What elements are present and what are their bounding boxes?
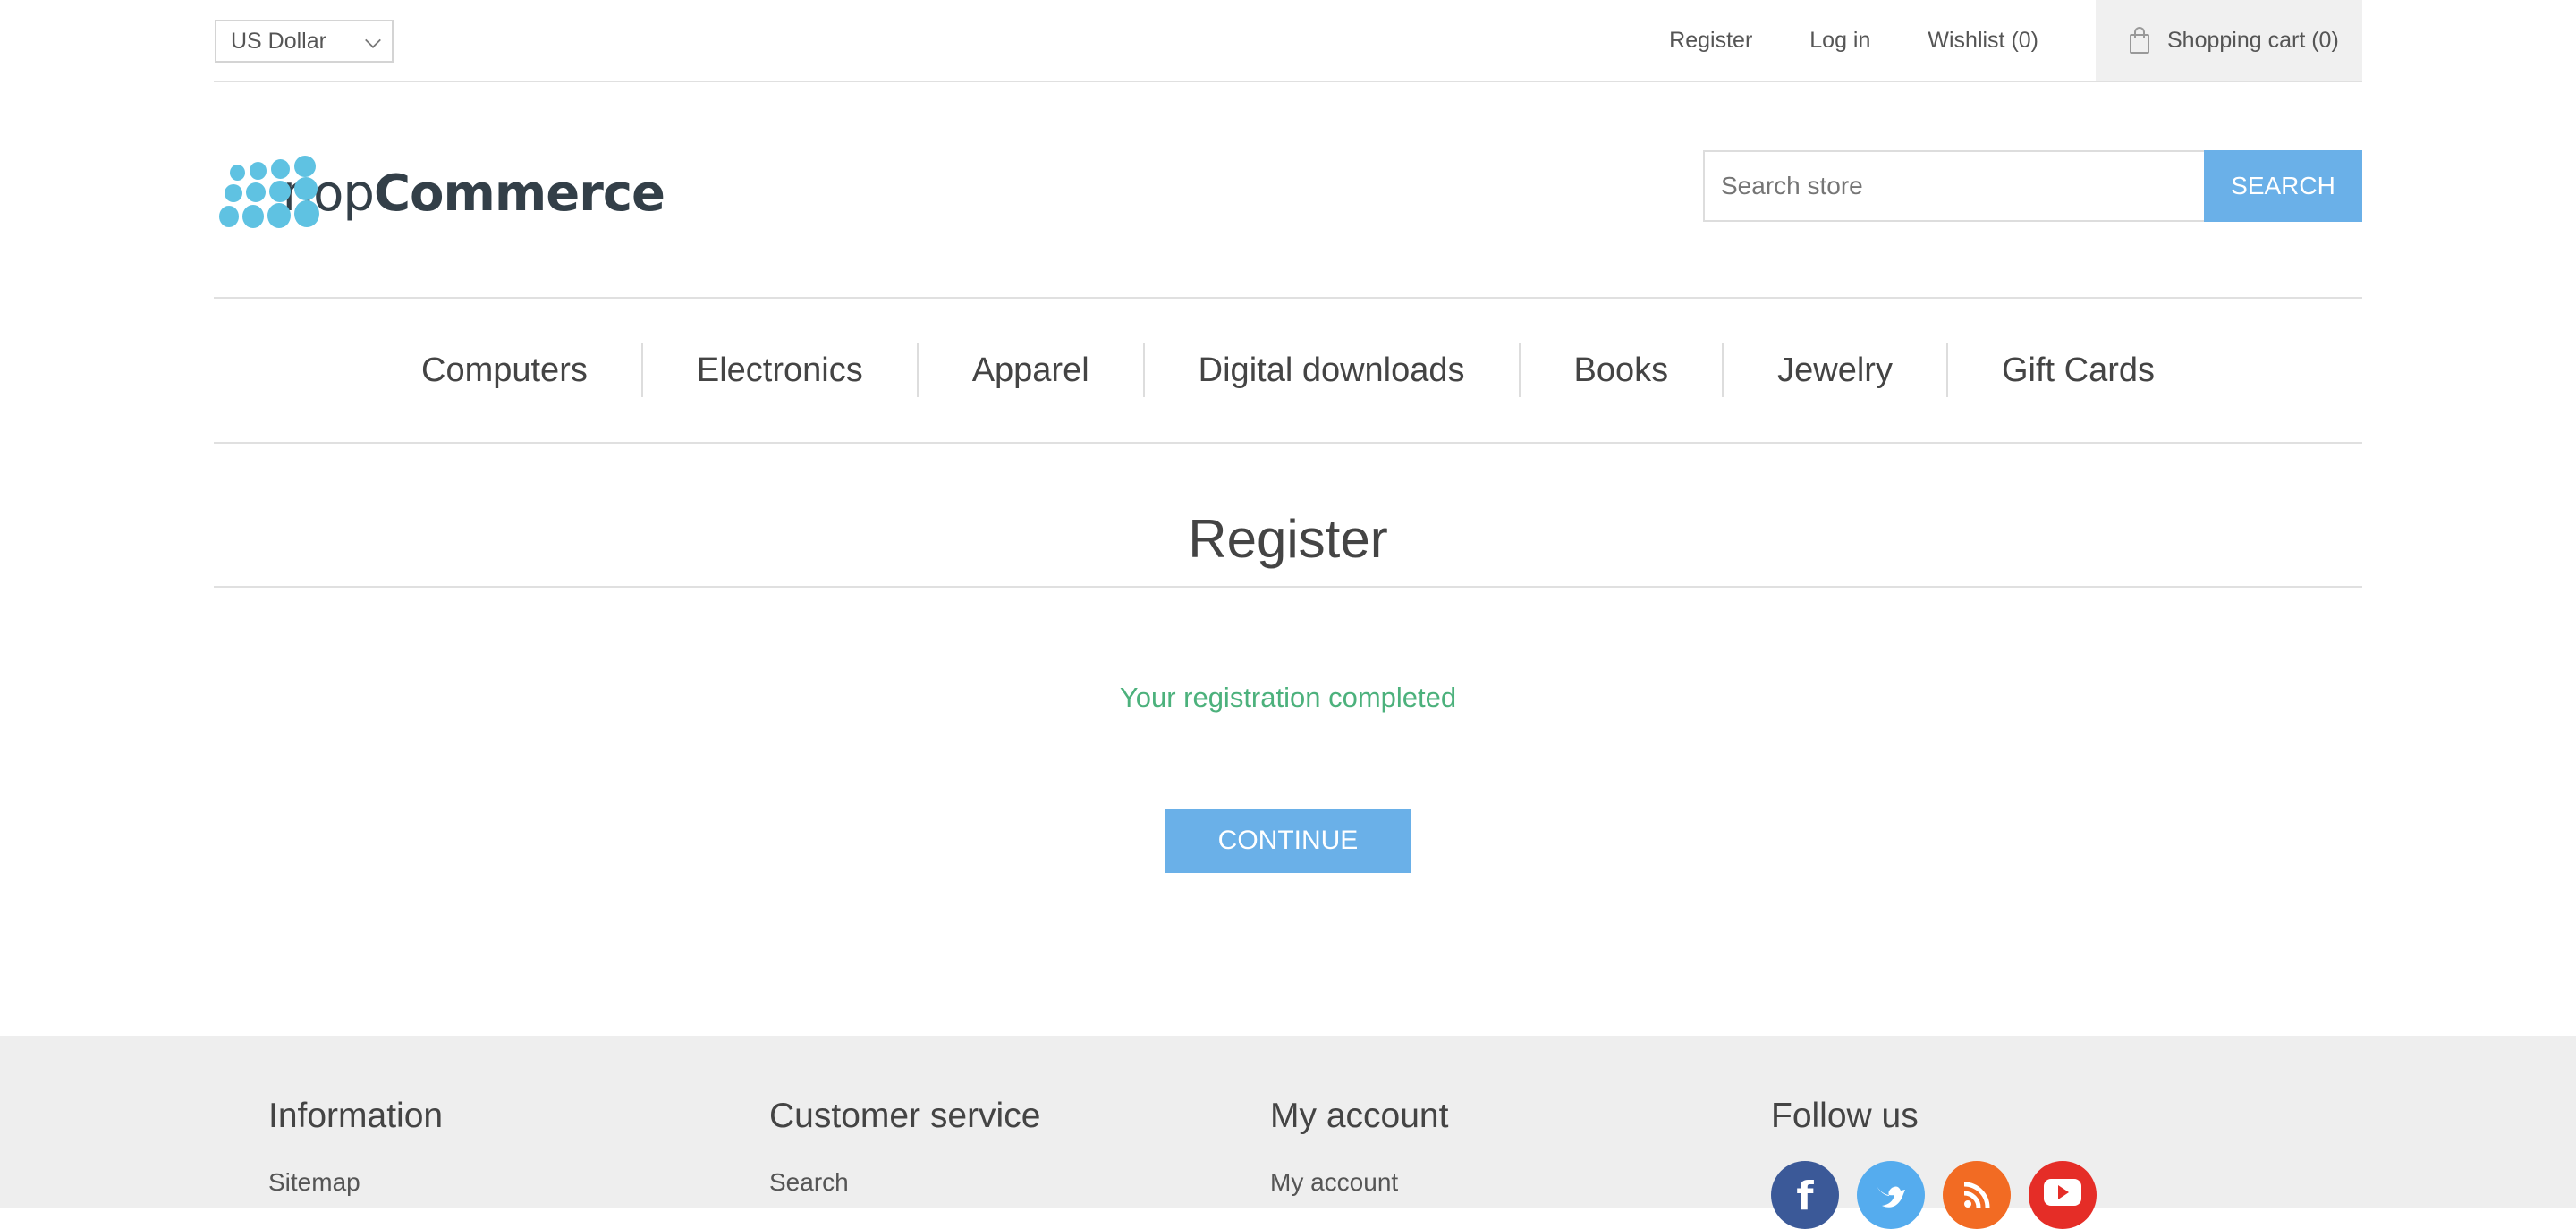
shopping-bag-icon: [2128, 27, 2151, 54]
page-title: Register: [214, 496, 2362, 588]
currency-value: US Dollar: [231, 29, 326, 54]
menu-item-computers[interactable]: Computers: [368, 343, 643, 397]
store-logo[interactable]: nopCommerce: [217, 148, 665, 238]
search-input[interactable]: [1703, 150, 2204, 222]
continue-button[interactable]: CONTINUE: [1165, 809, 1411, 873]
logo-text: nopCommerce: [283, 165, 665, 223]
menu-item-books[interactable]: Books: [1521, 343, 1724, 397]
footer-customer-service-title: Customer service: [769, 1097, 1041, 1135]
chevron-down-icon: [365, 32, 381, 48]
footer-link-search[interactable]: Search: [769, 1168, 1040, 1197]
menu-item-apparel[interactable]: Apparel: [919, 343, 1145, 397]
logo-dots-icon: [217, 154, 319, 233]
menu-item-digital-downloads[interactable]: Digital downloads: [1145, 343, 1521, 397]
footer-link-my-account[interactable]: My account: [1270, 1168, 1448, 1197]
social-links: f: [1771, 1161, 2114, 1229]
footer-my-account: My account My account: [1270, 1097, 1448, 1197]
shopping-cart-link[interactable]: Shopping cart (0): [2096, 0, 2362, 81]
twitter-icon[interactable]: [1857, 1161, 1925, 1229]
menu-item-gift-cards[interactable]: Gift Cards: [1948, 343, 2208, 397]
search-button[interactable]: SEARCH: [2204, 150, 2362, 222]
header-links: Register Log in Wishlist (0) Shopping ca…: [1669, 0, 2362, 81]
footer-follow-us-title: Follow us: [1771, 1097, 1919, 1135]
footer-follow-us: Follow us f: [1771, 1097, 2114, 1229]
currency-selector[interactable]: US Dollar: [215, 20, 394, 63]
footer: Information Sitemap Customer service Sea…: [0, 1036, 2576, 1229]
shopping-cart-label: Shopping cart (0): [2167, 28, 2339, 53]
header-lower: nopCommerce SEARCH: [214, 82, 2362, 299]
footer-information-title: Information: [268, 1097, 444, 1135]
menu-item-electronics[interactable]: Electronics: [643, 343, 919, 397]
facebook-icon[interactable]: f: [1771, 1161, 1839, 1229]
register-link[interactable]: Register: [1669, 0, 1752, 81]
rss-icon[interactable]: [1943, 1161, 2011, 1229]
footer-link-sitemap[interactable]: Sitemap: [268, 1168, 443, 1197]
logo-text-bold: Commerce: [373, 164, 665, 223]
wishlist-link[interactable]: Wishlist (0): [1928, 0, 2038, 81]
footer-information: Information Sitemap: [268, 1097, 443, 1197]
search-box: SEARCH: [1703, 150, 2362, 222]
login-link[interactable]: Log in: [1809, 0, 1870, 81]
menu-item-jewelry[interactable]: Jewelry: [1724, 343, 1948, 397]
footer-my-account-title: My account: [1270, 1097, 1449, 1135]
footer-customer-service: Customer service Search: [769, 1097, 1040, 1197]
header-upper: US Dollar Register Log in Wishlist (0) S…: [214, 0, 2362, 82]
top-menu: Computers Electronics Apparel Digital do…: [214, 297, 2362, 444]
registration-result-message: Your registration completed: [1119, 682, 1457, 713]
youtube-icon[interactable]: [2029, 1161, 2097, 1229]
